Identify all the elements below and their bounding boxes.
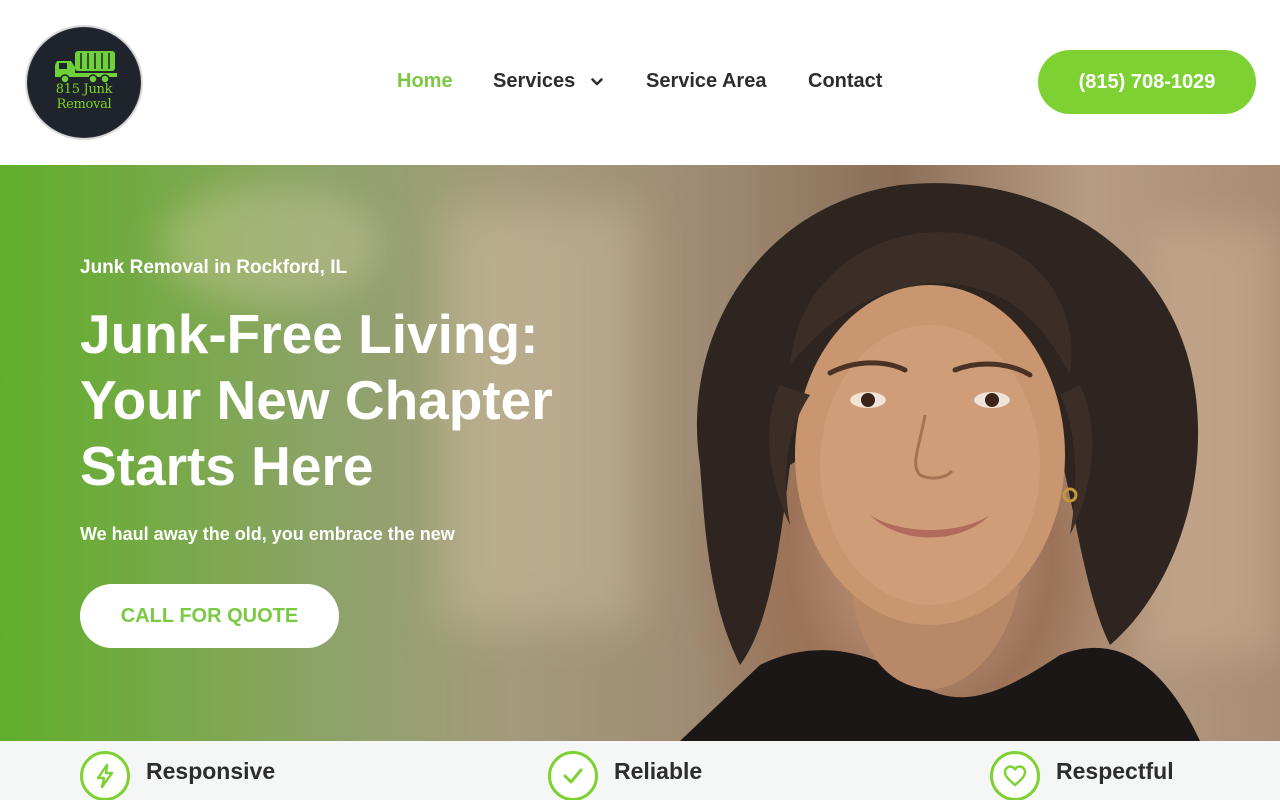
hero-title-line: Starts Here — [80, 435, 374, 497]
hero-title: Junk-Free Living: Your New Chapter Start… — [80, 301, 640, 499]
feature-label: Reliable — [614, 758, 703, 784]
features-strip: Responsive Reliable Respectful — [0, 741, 1280, 800]
background-blur — [160, 185, 380, 305]
feature-label: Responsive — [146, 758, 276, 784]
site-header: 815 Junk Removal Home Services Service A… — [0, 0, 1280, 165]
nav-item-services[interactable]: Services — [493, 70, 603, 93]
heart-icon — [990, 751, 1040, 800]
checkmark-icon — [548, 751, 598, 800]
phone-button[interactable]: (815) 708-1029 — [1038, 50, 1256, 114]
logo-text: 815 Junk Removal — [55, 82, 113, 112]
hero-section: Junk Removal in Rockford, IL Junk-Free L… — [0, 165, 1280, 741]
hero-title-line: Junk-Free Living: — [80, 303, 539, 365]
call-for-quote-button[interactable]: CALL FOR QUOTE — [80, 584, 339, 648]
feature-label: Respectful — [1056, 758, 1174, 784]
nav-item-contact[interactable]: Contact — [808, 70, 882, 93]
nav-item-services-label: Services — [493, 70, 576, 92]
chevron-down-icon — [591, 77, 603, 85]
nav-item-home[interactable]: Home — [397, 70, 453, 93]
lightning-icon — [80, 751, 130, 800]
hero-subtitle: Junk Removal in Rockford, IL — [80, 257, 348, 278]
company-logo[interactable]: 815 Junk Removal — [25, 25, 143, 140]
hero-tagline: We haul away the old, you embrace the ne… — [80, 524, 455, 544]
hero-portrait-image — [680, 183, 1200, 741]
hero-title-line: Your New Chapter — [80, 369, 553, 431]
nav-item-service-area[interactable]: Service Area — [646, 70, 766, 93]
